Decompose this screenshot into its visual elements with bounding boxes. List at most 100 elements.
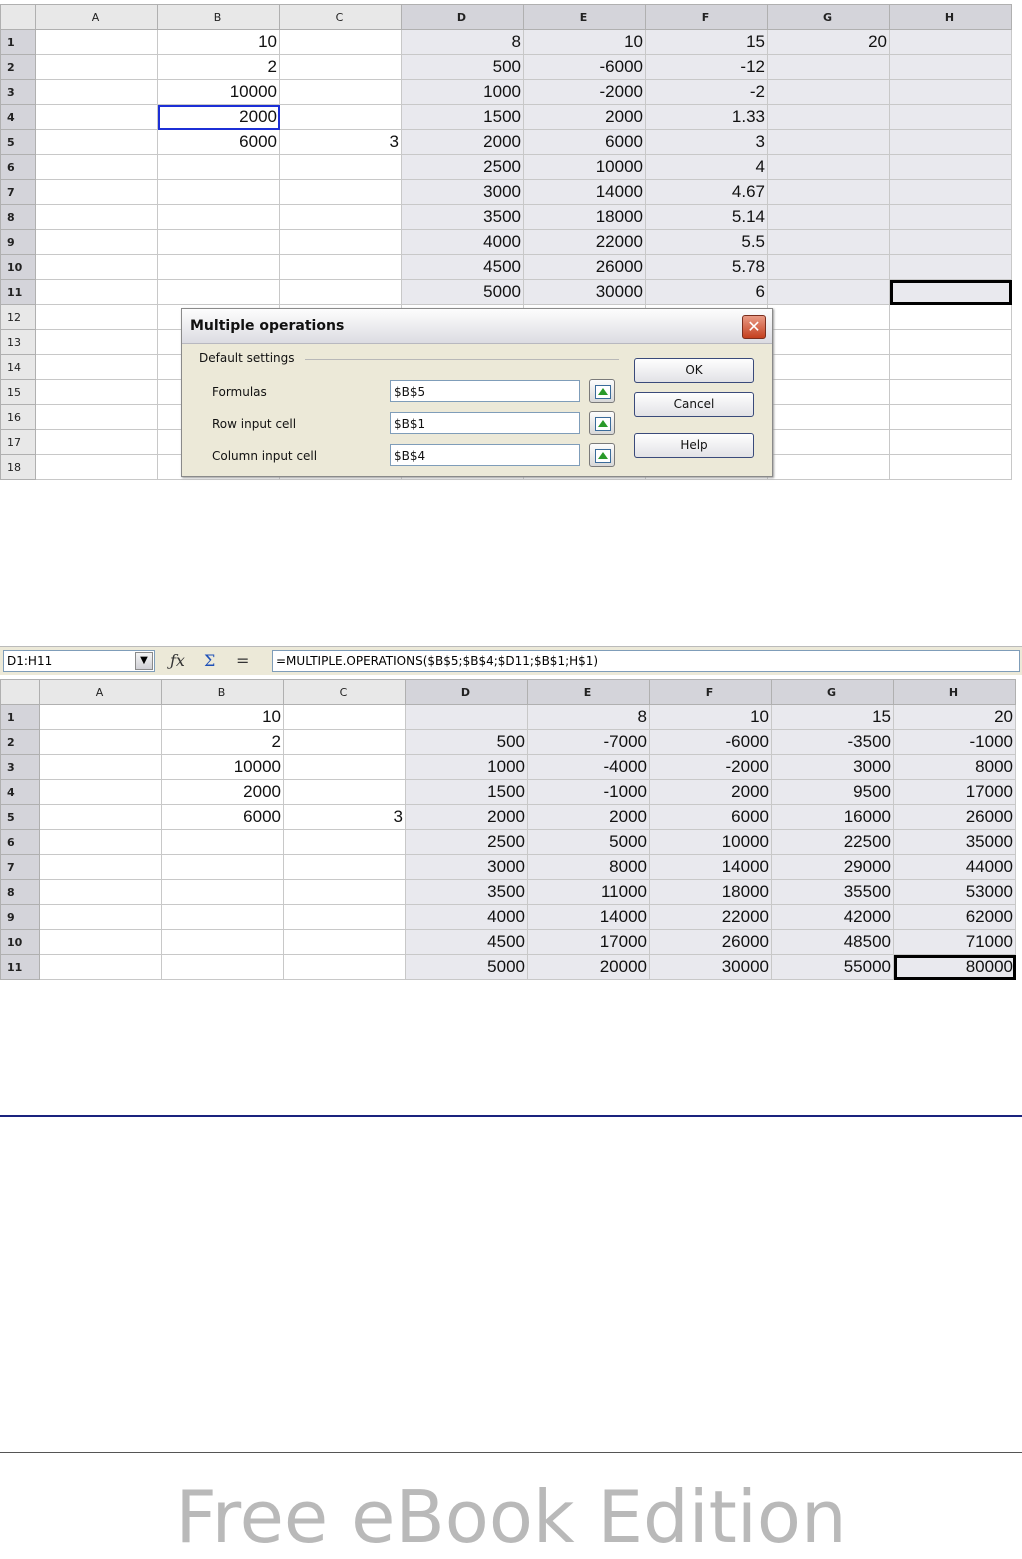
cell-g11[interactable]: [767, 279, 890, 305]
cell-g9[interactable]: 42000: [771, 904, 894, 930]
column-header-e[interactable]: E: [527, 679, 650, 705]
cell-d6[interactable]: 2500: [401, 154, 524, 180]
cell-h10[interactable]: 71000: [893, 929, 1016, 955]
cell-c3[interactable]: [279, 79, 402, 105]
cell-d3[interactable]: 1000: [405, 754, 528, 780]
cell-h18[interactable]: [889, 454, 1012, 480]
cell-h15[interactable]: [889, 379, 1012, 405]
row-header[interactable]: 18: [0, 454, 36, 480]
cell-b5[interactable]: 6000: [157, 129, 280, 155]
row-header[interactable]: 1: [0, 29, 36, 55]
cell-c8[interactable]: [279, 204, 402, 230]
column-header-b[interactable]: B: [157, 4, 280, 30]
cell-e6[interactable]: 5000: [527, 829, 650, 855]
cell-a9[interactable]: [35, 229, 158, 255]
cell-e10[interactable]: 17000: [527, 929, 650, 955]
cell-d2[interactable]: 500: [401, 54, 524, 80]
cell-d6[interactable]: 2500: [405, 829, 528, 855]
cell-c6[interactable]: [279, 154, 402, 180]
cell-a7[interactable]: [39, 854, 162, 880]
row-header[interactable]: 17: [0, 429, 36, 455]
cell-a8[interactable]: [35, 204, 158, 230]
column-header-b[interactable]: B: [161, 679, 284, 705]
cell-d3[interactable]: 1000: [401, 79, 524, 105]
cell-a14[interactable]: [35, 354, 158, 380]
column-header-h[interactable]: H: [889, 4, 1012, 30]
row-header[interactable]: 12: [0, 304, 36, 330]
cell-e4[interactable]: -1000: [527, 779, 650, 805]
cell-d7[interactable]: 3000: [405, 854, 528, 880]
cell-c11[interactable]: [279, 279, 402, 305]
row-header[interactable]: 4: [0, 104, 36, 130]
column-header-e[interactable]: E: [523, 4, 646, 30]
formula-input[interactable]: =MULTIPLE.OPERATIONS($B$5;$B$4;$D11;$B$1…: [272, 650, 1020, 672]
cell-a17[interactable]: [35, 429, 158, 455]
select-all-corner[interactable]: [0, 679, 40, 705]
cell-a16[interactable]: [35, 404, 158, 430]
cell-a11[interactable]: [35, 279, 158, 305]
cell-d5[interactable]: 2000: [401, 129, 524, 155]
cell-d1[interactable]: 8: [401, 29, 524, 55]
help-button[interactable]: Help: [634, 433, 754, 458]
cell-g8[interactable]: [767, 204, 890, 230]
cell-f2[interactable]: -12: [645, 54, 768, 80]
cell-d4[interactable]: 1500: [405, 779, 528, 805]
cell-g1[interactable]: 15: [771, 704, 894, 730]
cell-a1[interactable]: [39, 704, 162, 730]
cell-g13[interactable]: [767, 329, 890, 355]
cell-e8[interactable]: 18000: [523, 204, 646, 230]
cell-c5[interactable]: 3: [283, 804, 406, 830]
row-header[interactable]: 7: [0, 854, 40, 880]
cell-f10[interactable]: 26000: [649, 929, 772, 955]
cell-h10[interactable]: [889, 254, 1012, 280]
cell-c10[interactable]: [279, 254, 402, 280]
cell-c1[interactable]: [279, 29, 402, 55]
cell-e7[interactable]: 8000: [527, 854, 650, 880]
column-input-field[interactable]: $B$4: [390, 444, 580, 466]
cell-h6[interactable]: [889, 154, 1012, 180]
cell-b1[interactable]: 10: [161, 704, 284, 730]
cell-g10[interactable]: [767, 254, 890, 280]
row-header[interactable]: 5: [0, 804, 40, 830]
row-header[interactable]: 11: [0, 279, 36, 305]
cell-f6[interactable]: 4: [645, 154, 768, 180]
cell-a6[interactable]: [35, 154, 158, 180]
cell-f3[interactable]: -2000: [649, 754, 772, 780]
cell-c3[interactable]: [283, 754, 406, 780]
row-header[interactable]: 11: [0, 954, 40, 980]
cell-f10[interactable]: 5.78: [645, 254, 768, 280]
cell-c10[interactable]: [283, 929, 406, 955]
close-icon[interactable]: ✕: [742, 315, 766, 339]
cell-a5[interactable]: [39, 804, 162, 830]
cell-f5[interactable]: 3: [645, 129, 768, 155]
cell-b1[interactable]: 10: [157, 29, 280, 55]
row-header[interactable]: 15: [0, 379, 36, 405]
cell-c6[interactable]: [283, 829, 406, 855]
cell-g7[interactable]: [767, 179, 890, 205]
cell-f7[interactable]: 4.67: [645, 179, 768, 205]
column-header-d[interactable]: D: [401, 4, 524, 30]
cell-b8[interactable]: [157, 204, 280, 230]
cell-h6[interactable]: 35000: [893, 829, 1016, 855]
cell-c9[interactable]: [283, 904, 406, 930]
cell-f3[interactable]: -2: [645, 79, 768, 105]
cell-a4[interactable]: [39, 779, 162, 805]
cell-d7[interactable]: 3000: [401, 179, 524, 205]
column-header-a[interactable]: A: [35, 4, 158, 30]
cell-g16[interactable]: [767, 404, 890, 430]
cell-h1[interactable]: 20: [893, 704, 1016, 730]
cell-a15[interactable]: [35, 379, 158, 405]
cell-b3[interactable]: 10000: [157, 79, 280, 105]
cell-c4[interactable]: [283, 779, 406, 805]
cell-b6[interactable]: [161, 829, 284, 855]
cell-e11[interactable]: 20000: [527, 954, 650, 980]
cell-a1[interactable]: [35, 29, 158, 55]
name-box[interactable]: D1:H11 ▼: [3, 650, 155, 672]
column-header-c[interactable]: C: [279, 4, 402, 30]
cell-g3[interactable]: 3000: [771, 754, 894, 780]
column-header-f[interactable]: F: [649, 679, 772, 705]
row-header[interactable]: 13: [0, 329, 36, 355]
row-header[interactable]: 9: [0, 229, 36, 255]
cell-d9[interactable]: 4000: [405, 904, 528, 930]
cell-e6[interactable]: 10000: [523, 154, 646, 180]
